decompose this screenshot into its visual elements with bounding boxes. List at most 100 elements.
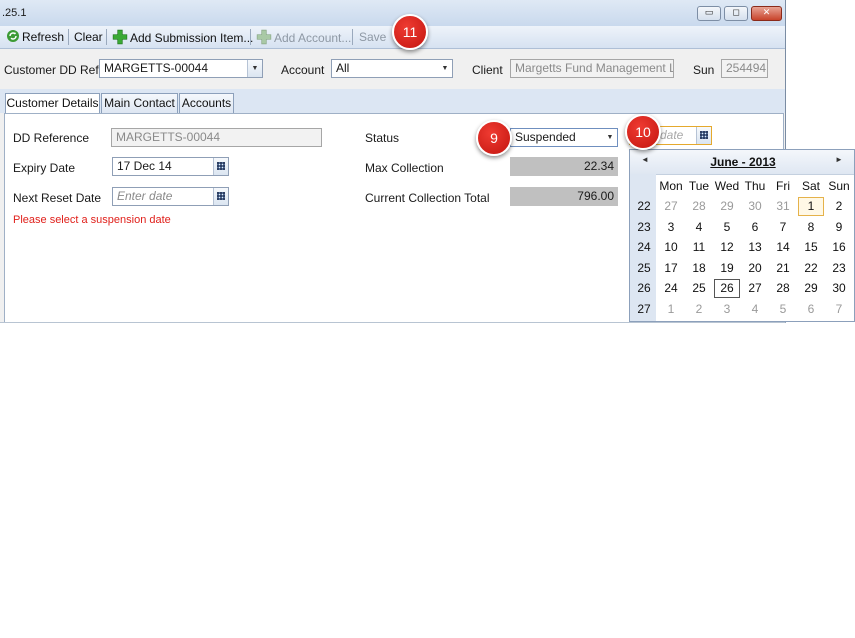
tab-customer-details[interactable]: Customer Details bbox=[5, 93, 100, 114]
expiry-date-value: 17 Dec 14 bbox=[117, 159, 172, 173]
calendar-day[interactable]: 9 bbox=[826, 218, 852, 237]
add-submission-label: Add Submission Item... bbox=[130, 31, 254, 45]
customer-dd-ref-combobox[interactable]: MARGETTS-00044 ▼ bbox=[99, 59, 263, 78]
calendar-day[interactable]: 26 bbox=[714, 279, 740, 298]
tab-main-contact[interactable]: Main Contact bbox=[101, 93, 178, 113]
calendar-day[interactable]: 2 bbox=[686, 300, 712, 319]
chevron-down-icon[interactable]: ▼ bbox=[438, 60, 452, 77]
week-number: 24 bbox=[637, 240, 651, 254]
tab-strip: Customer Details Main Contact Accounts bbox=[0, 89, 785, 114]
save-label: Save bbox=[359, 30, 387, 44]
calendar-day[interactable]: 1 bbox=[798, 197, 824, 216]
calendar-day[interactable]: 13 bbox=[742, 238, 768, 257]
save-button[interactable]: Save bbox=[359, 29, 386, 45]
day-of-week-header: Sat bbox=[801, 179, 820, 193]
week-number: 22 bbox=[637, 199, 651, 213]
calendar-day[interactable]: 28 bbox=[686, 197, 712, 216]
calendar-day[interactable]: 23 bbox=[826, 259, 852, 278]
next-month-button[interactable]: ► bbox=[835, 155, 843, 164]
max-collection-label: Max Collection bbox=[365, 161, 444, 175]
calendar-day[interactable]: 10 bbox=[658, 238, 684, 257]
close-button[interactable]: ✕ bbox=[751, 6, 782, 21]
status-combobox[interactable]: Suspended ▼ bbox=[510, 128, 618, 147]
calendar-day[interactable]: 28 bbox=[770, 279, 796, 298]
calendar-day[interactable]: 30 bbox=[742, 197, 768, 216]
calendar-day[interactable]: 6 bbox=[742, 218, 768, 237]
tab-accounts[interactable]: Accounts bbox=[179, 93, 234, 113]
close-icon: ✕ bbox=[762, 8, 771, 18]
calendar-day[interactable]: 3 bbox=[658, 218, 684, 237]
calendar-day[interactable]: 27 bbox=[658, 197, 684, 216]
restore-button[interactable]: ◻ bbox=[724, 6, 748, 21]
day-of-week-header: Wed bbox=[714, 179, 740, 193]
calendar-day[interactable]: 21 bbox=[770, 259, 796, 278]
minimize-button[interactable]: ▭ bbox=[697, 6, 721, 21]
calendar-day[interactable]: 7 bbox=[770, 218, 796, 237]
clear-button[interactable]: Clear bbox=[74, 29, 103, 45]
calendar-day[interactable]: 4 bbox=[686, 218, 712, 237]
calendar-header: ◄ June - 2013 ► bbox=[630, 150, 854, 175]
day-of-week-header: Fri bbox=[776, 179, 790, 193]
calendar-popup[interactable]: ◄ June - 2013 ► Mon Tue Wed Thu Fri Sat Sun 22 2… bbox=[629, 149, 855, 322]
status-label: Status bbox=[365, 131, 400, 145]
calendar-icon[interactable] bbox=[213, 158, 228, 175]
calendar-day[interactable]: 18 bbox=[686, 259, 712, 278]
calendar-day[interactable]: 25 bbox=[686, 279, 712, 298]
calendar-icon[interactable] bbox=[213, 188, 228, 205]
sun-label: Sun bbox=[693, 63, 715, 77]
calendar-day[interactable]: 7 bbox=[826, 300, 852, 319]
calendar-day[interactable]: 31 bbox=[770, 197, 796, 216]
week-number: 23 bbox=[637, 219, 651, 234]
refresh-button[interactable]: Refresh bbox=[6, 29, 64, 45]
toolbar-divider bbox=[352, 29, 353, 45]
validation-error: Please select a suspension date bbox=[13, 214, 171, 226]
customer-dd-ref-value: MARGETTS-00044 bbox=[104, 61, 209, 75]
calendar-day[interactable]: 11 bbox=[686, 238, 712, 257]
calendar-day[interactable]: 22 bbox=[798, 259, 824, 278]
chevron-down-icon[interactable]: ▼ bbox=[247, 60, 262, 77]
calendar-day[interactable]: 24 bbox=[658, 279, 684, 298]
calendar-day[interactable]: 5 bbox=[770, 300, 796, 319]
callout-9: 9 bbox=[476, 120, 512, 156]
calendar-day[interactable]: 29 bbox=[714, 197, 740, 216]
calendar-day[interactable]: 15 bbox=[798, 238, 824, 257]
calendar-day[interactable]: 14 bbox=[770, 238, 796, 257]
calendar-day[interactable]: 5 bbox=[714, 218, 740, 237]
calendar-day[interactable]: 30 bbox=[826, 279, 852, 298]
next-reset-date-picker[interactable]: Enter date bbox=[112, 187, 229, 206]
add-account-button[interactable]: Add Account... bbox=[256, 29, 351, 45]
current-collection-total-value: 796.00 bbox=[510, 187, 618, 206]
calendar-day[interactable]: 27 bbox=[742, 279, 768, 298]
calendar-day[interactable]: 3 bbox=[714, 300, 740, 319]
add-submission-item-button[interactable]: Add Submission Item... bbox=[112, 29, 253, 45]
calendar-day[interactable]: 4 bbox=[742, 300, 768, 319]
window-title: .25.1 bbox=[2, 7, 27, 19]
calendar-day[interactable]: 20 bbox=[742, 259, 768, 278]
calendar-day[interactable]: 1 bbox=[658, 300, 684, 319]
calendar-day[interactable]: 16 bbox=[826, 238, 852, 257]
status-value: Suspended bbox=[515, 130, 576, 144]
calendar-day[interactable]: 17 bbox=[658, 259, 684, 278]
week-number: 26 bbox=[637, 281, 651, 295]
calendar-day[interactable]: 8 bbox=[798, 218, 824, 237]
dd-reference-field: MARGETTS-00044 bbox=[111, 128, 322, 147]
calendar-month-title[interactable]: June - 2013 bbox=[630, 155, 854, 169]
chevron-down-icon[interactable]: ▼ bbox=[603, 129, 617, 146]
calendar-day[interactable]: 29 bbox=[798, 279, 824, 298]
toolbar-divider bbox=[68, 29, 69, 45]
day-of-week-header: Tue bbox=[688, 179, 710, 193]
expiry-date-picker[interactable]: 17 Dec 14 bbox=[112, 157, 229, 176]
calendar-day[interactable]: 19 bbox=[714, 259, 740, 278]
filter-bar: Customer DD Ref MARGETTS-00044 ▼ Account… bbox=[0, 49, 785, 89]
client-label: Client bbox=[472, 63, 503, 77]
plus-icon bbox=[112, 29, 128, 45]
callout-11: 11 bbox=[392, 14, 428, 50]
account-combobox[interactable]: All ▼ bbox=[331, 59, 453, 78]
calendar-day[interactable]: 12 bbox=[714, 238, 740, 257]
calendar-day[interactable]: 6 bbox=[798, 300, 824, 319]
expiry-date-label: Expiry Date bbox=[13, 161, 76, 175]
customer-dd-ref-label: Customer DD Ref bbox=[4, 63, 99, 77]
calendar-day[interactable]: 2 bbox=[826, 197, 852, 216]
calendar-icon[interactable] bbox=[696, 127, 711, 144]
day-of-week-header: Mon bbox=[659, 179, 683, 193]
